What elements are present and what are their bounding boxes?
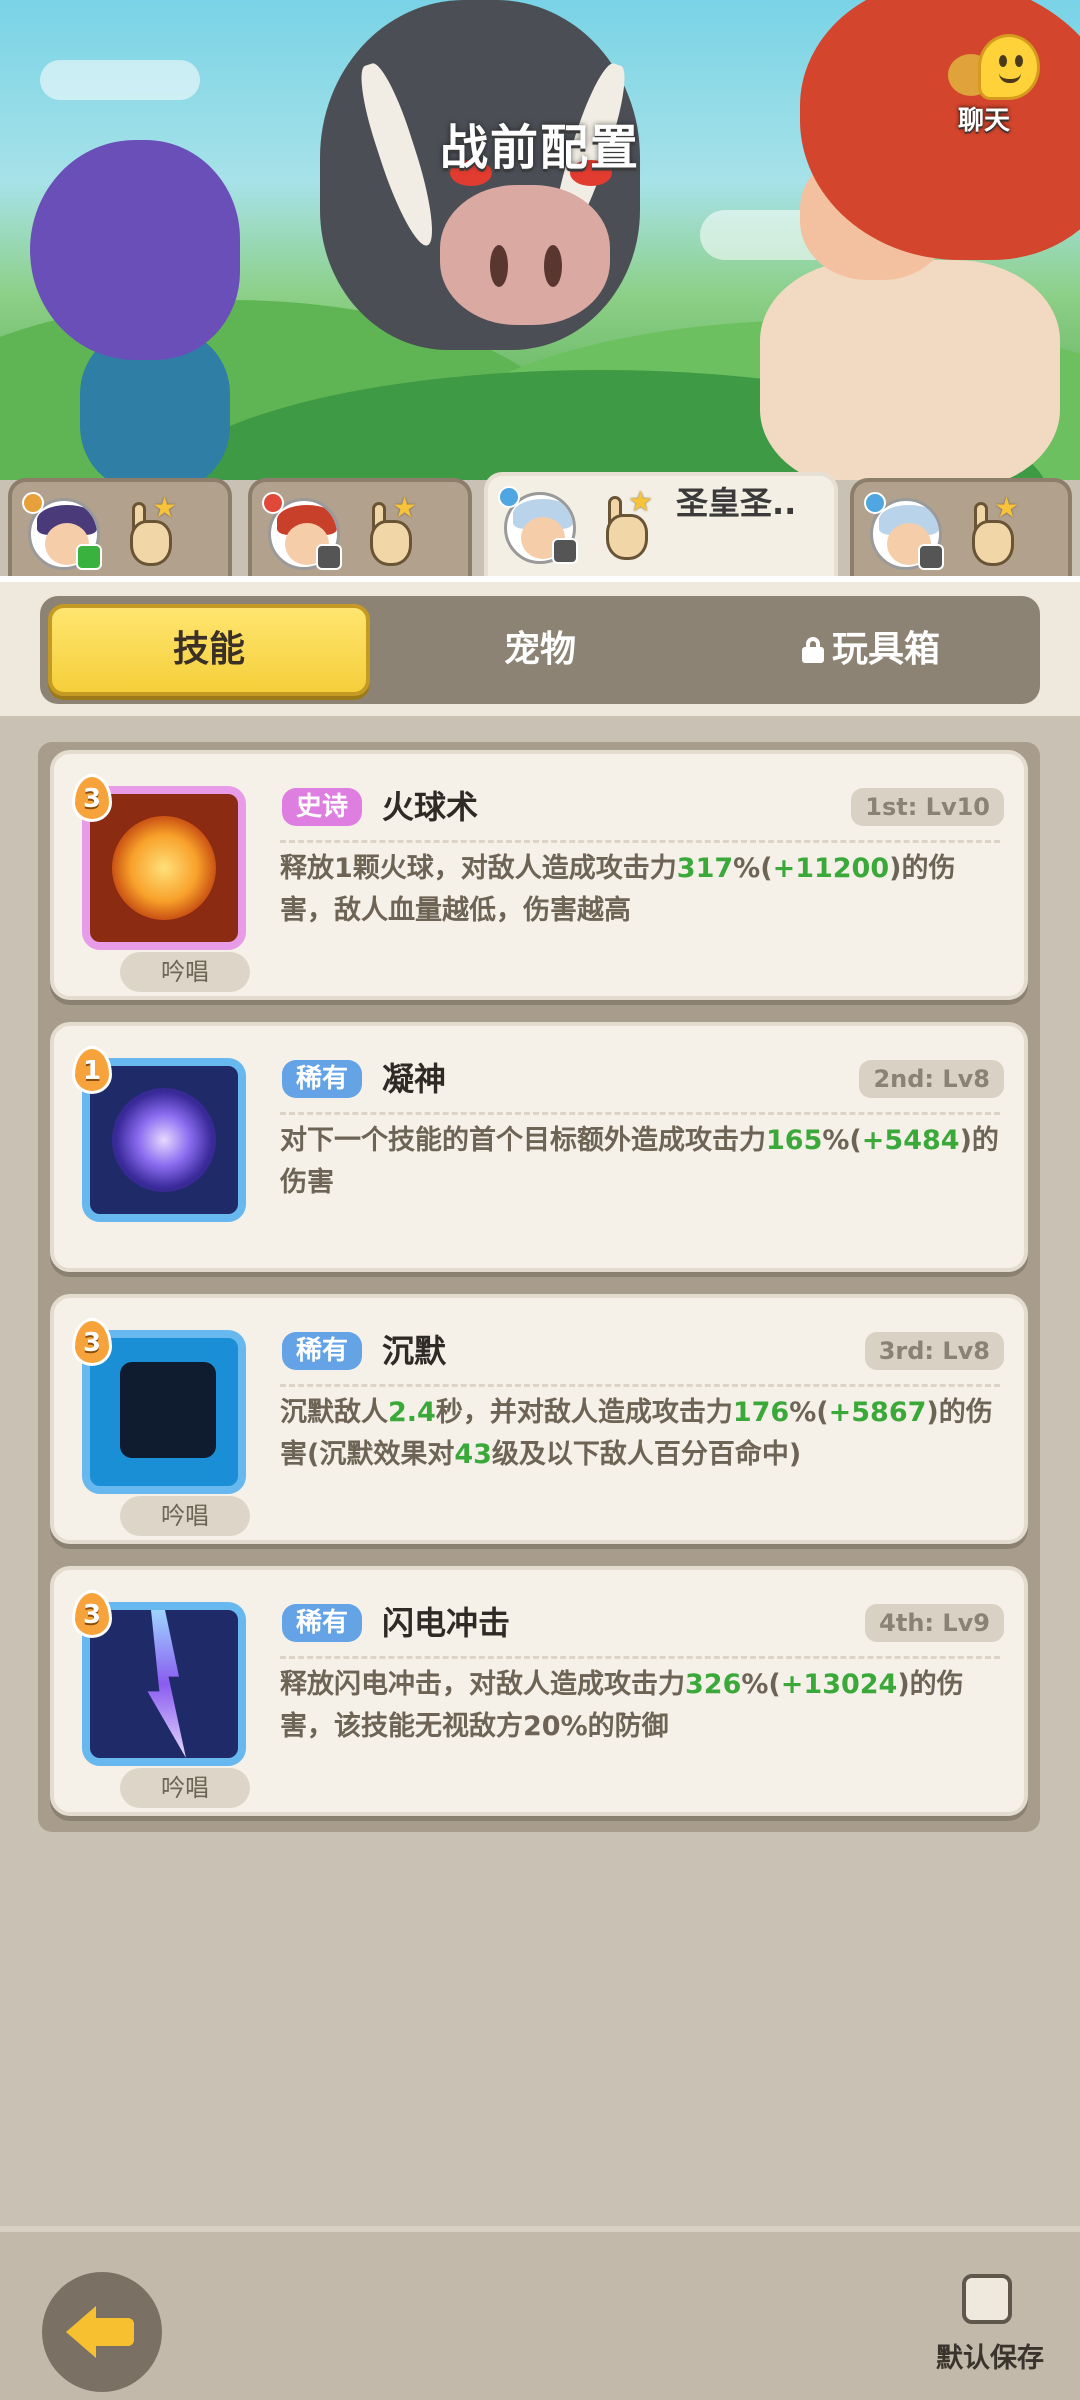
tap-hand-icon: ★ [964,494,1022,568]
tap-hand-icon: ★ [122,494,180,568]
skill-name: 火球术 [382,788,479,826]
hero-name: 圣皇圣.. [676,484,797,522]
class-badge-icon [76,544,102,570]
skill-level-badge: 3 [72,1318,112,1366]
skill-slot-level: 3rd: Lv8 [864,1332,1004,1370]
skill-name: 闪电冲击 [382,1604,511,1642]
default-save-label: 默认保存 [936,2343,1044,2374]
skill-slot-level: 4th: Lv9 [865,1604,1004,1642]
skill-card-focus[interactable]: 1 稀有 凝神 2nd: Lv8 对下一个技能的首个目标额外造成攻击力165%(… [50,1022,1028,1272]
skill-description: 对下一个技能的首个目标额外造成攻击力165%(+5484)的伤害 [280,1125,999,1198]
chat-label: 聊天 [958,106,1011,136]
skill-slot-level: 1st: Lv10 [851,788,1004,826]
boar-boss-illustration [300,0,660,380]
lock-icon [801,637,824,663]
tab-skill[interactable]: 技能 [48,604,370,696]
segment-control: 技能 宠物 玩具箱 [40,596,1040,704]
rarity-badge: 稀有 [282,1604,363,1642]
class-badge-icon [918,544,944,570]
skill-card-silence[interactable]: 3 吟唱 稀有 沉默 3rd: Lv8 沉默敌人2.4秒，并对敌人造成攻击力17… [50,1294,1028,1544]
chant-tag: 吟唱 [120,1496,250,1536]
back-arrow-icon [66,2306,96,2358]
skill-description: 释放闪电冲击，对敌人造成攻击力326%(+13024)的伤害，该技能无视敌方20… [280,1669,964,1742]
skill-level-badge: 3 [72,1590,112,1638]
cloud [40,60,200,100]
skill-card-lightning[interactable]: 3 吟唱 稀有 闪电冲击 4th: Lv9 释放闪电冲击，对敌人造成攻击力326… [50,1566,1028,1816]
skill-name: 凝神 [382,1060,447,1098]
bottom-bar: 默认保存 [0,2226,1080,2400]
default-save-checkbox[interactable] [962,2274,1012,2324]
smiley-icon [978,34,1040,100]
skill-list: 3 吟唱 史诗 火球术 1st: Lv10 释放1颗火球，对敌人造成攻击力317… [38,742,1040,1832]
tap-hand-icon: ★ [598,488,656,562]
element-badge-icon [262,492,284,514]
skill-level-badge: 3 [72,774,112,822]
skill-description: 释放1颗火球，对敌人造成攻击力317%(+11200)的伤害，敌人血量越低，伤害… [280,853,956,926]
element-badge-icon [22,492,44,514]
rarity-badge: 稀有 [282,1332,363,1370]
chant-tag: 吟唱 [120,1768,250,1808]
class-badge-icon [552,538,578,564]
hero-selector-tabs: ★ ★ ★ 圣皇圣.. ★ [0,472,1080,578]
battle-scene-banner: 战前配置 聊天 [0,0,1080,480]
divider [280,1112,1000,1115]
chant-tag: 吟唱 [120,952,250,992]
skill-description: 沉默敌人2.4秒，并对敌人造成攻击力176%(+5867)的伤害(沉默效果对43… [280,1397,993,1470]
config-tabs-panel: 技能 宠物 玩具箱 [0,576,1080,716]
skill-name: 沉默 [382,1332,447,1370]
hero-tab-3[interactable]: ★ 圣皇圣.. [484,472,838,578]
archer-hero-illustration [20,140,260,480]
back-button[interactable] [42,2272,162,2392]
hero-tab-1[interactable]: ★ [8,478,232,578]
class-badge-icon [316,544,342,570]
hero-tab-4[interactable]: ★ [850,478,1072,578]
divider [280,1384,1000,1387]
tab-pet[interactable]: 宠物 [380,604,700,696]
chat-button[interactable]: 聊天 [944,34,1064,136]
rarity-badge: 史诗 [282,788,363,826]
divider [280,840,1000,843]
tab-toybox-label: 玩具箱 [831,629,940,670]
skill-level-badge: 1 [72,1046,112,1094]
tap-hand-icon: ★ [362,494,420,568]
divider [280,1656,1000,1659]
hero-tab-2[interactable]: ★ [248,478,472,578]
page-title: 战前配置 [439,120,640,176]
tab-toybox[interactable]: 玩具箱 [710,604,1032,696]
element-badge-icon [864,492,886,514]
skill-slot-level: 2nd: Lv8 [859,1060,1004,1098]
element-badge-icon [498,486,520,508]
skill-card-fireball[interactable]: 3 吟唱 史诗 火球术 1st: Lv10 释放1颗火球，对敌人造成攻击力317… [50,750,1028,1000]
rarity-badge: 稀有 [282,1060,363,1098]
